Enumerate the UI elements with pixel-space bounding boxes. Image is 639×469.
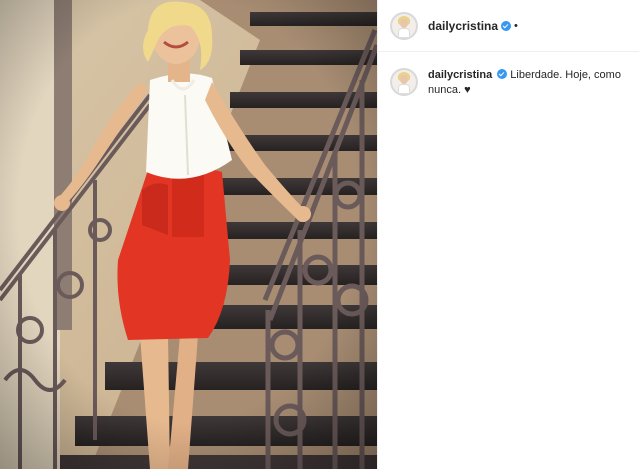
post-photo[interactable] [0, 0, 377, 469]
caption-username-link[interactable]: dailycristina [428, 69, 492, 81]
profile-avatar[interactable] [390, 11, 418, 40]
header-separator: • [514, 19, 518, 32]
caption-verified-badge-icon [497, 69, 508, 79]
post-header: dailycristina • [378, 0, 639, 52]
username-link[interactable]: dailycristina [428, 19, 498, 33]
instagram-post: dailycristina • dailycristina Liberdade.… [0, 0, 639, 469]
post-sidebar: dailycristina • dailycristina Liberdade.… [377, 0, 639, 469]
post-caption: dailycristina Liberdade. Hoje, como nunc… [378, 52, 639, 98]
caption-avatar[interactable] [390, 68, 418, 96]
post-photo-illustration [0, 0, 377, 469]
caption-text-block: dailycristina Liberdade. Hoje, como nunc… [428, 68, 627, 98]
verified-badge-icon [501, 20, 512, 31]
